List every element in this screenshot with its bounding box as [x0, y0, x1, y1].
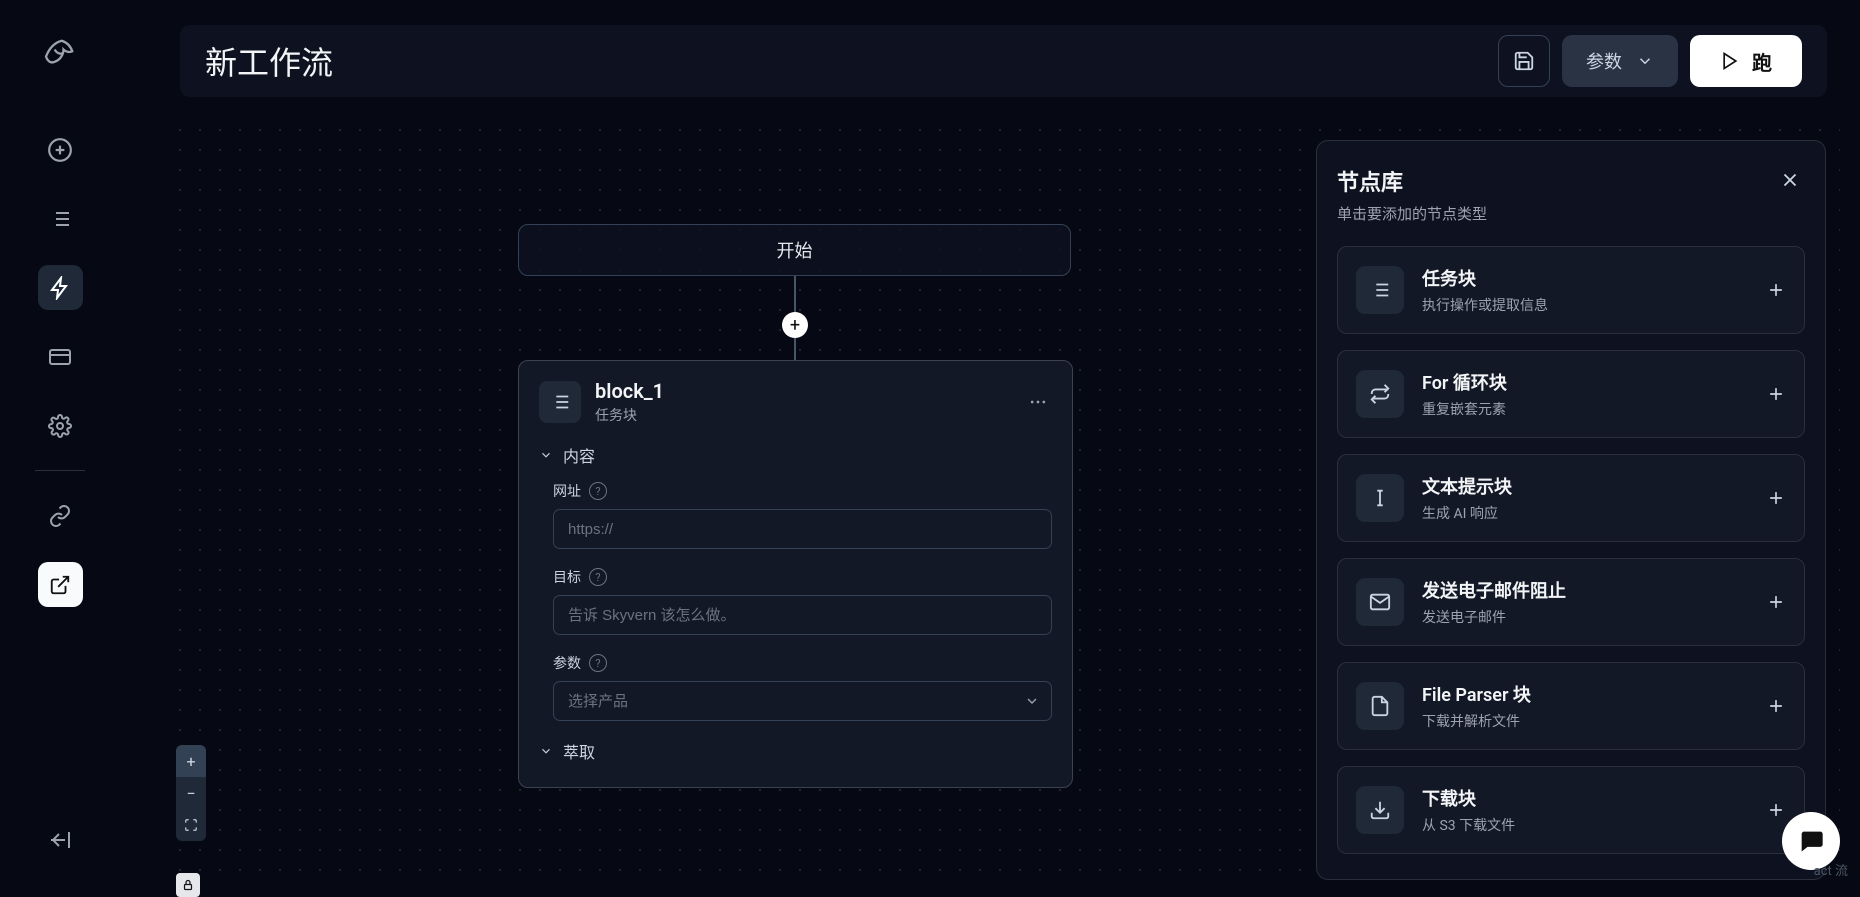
- lib-item-name: File Parser 块: [1422, 681, 1748, 707]
- play-icon: [1720, 51, 1740, 71]
- node-library-panel: 节点库 单击要添加的节点类型 任务块执行操作或提取信息 For 循环块重复嵌套元素…: [1316, 140, 1826, 880]
- file-icon: [1356, 682, 1404, 730]
- block-name: block_1: [595, 379, 1010, 403]
- plus-icon: [1766, 488, 1786, 508]
- goal-input[interactable]: [553, 595, 1052, 635]
- lib-item-loop[interactable]: For 循环块重复嵌套元素: [1337, 350, 1805, 438]
- plus-icon: [1766, 384, 1786, 404]
- help-icon[interactable]: ?: [589, 654, 607, 672]
- params-select[interactable]: [553, 681, 1052, 721]
- section-extract-toggle[interactable]: 萃取: [539, 739, 1052, 763]
- nav-list[interactable]: [38, 196, 83, 241]
- lib-item-desc: 生成 AI 响应: [1422, 503, 1748, 523]
- lib-item-file[interactable]: File Parser 块下载并解析文件: [1337, 662, 1805, 750]
- help-icon[interactable]: ?: [589, 568, 607, 586]
- plus-icon: [1766, 280, 1786, 300]
- goal-label: 目标: [553, 567, 581, 587]
- chevron-down-icon: [539, 744, 553, 758]
- lib-item-name: For 循环块: [1422, 369, 1748, 395]
- add-node-on-edge[interactable]: +: [782, 312, 808, 338]
- block-more-menu[interactable]: [1024, 388, 1052, 416]
- list-icon: [539, 381, 581, 423]
- nav-link[interactable]: [38, 493, 83, 538]
- lib-item-desc: 执行操作或提取信息: [1422, 295, 1748, 315]
- chevron-down-icon: [1636, 52, 1654, 70]
- nav-settings[interactable]: [38, 403, 83, 448]
- nav-add[interactable]: [38, 127, 83, 172]
- lib-item-name: 发送电子邮件阻止: [1422, 577, 1748, 603]
- lib-item-download[interactable]: 下载块从 S3 下载文件: [1337, 766, 1805, 854]
- app-logo: [38, 30, 83, 75]
- plus-icon: [1766, 800, 1786, 820]
- lib-item-desc: 下载并解析文件: [1422, 711, 1748, 731]
- url-input[interactable]: [553, 509, 1052, 549]
- nav-workflows[interactable]: [38, 265, 83, 310]
- nav-external[interactable]: [38, 562, 83, 607]
- url-label: 网址: [553, 481, 581, 501]
- lib-item-cursor[interactable]: 文本提示块生成 AI 响应: [1337, 454, 1805, 542]
- plus-icon: [1766, 592, 1786, 612]
- zoom-in-button[interactable]: +: [176, 745, 206, 777]
- save-button[interactable]: [1498, 35, 1550, 87]
- plus-icon: [1766, 696, 1786, 716]
- mail-icon: [1356, 578, 1404, 626]
- panel-close[interactable]: [1775, 165, 1805, 195]
- lib-item-desc: 从 S3 下载文件: [1422, 815, 1748, 835]
- sidebar-collapse[interactable]: [40, 820, 80, 860]
- params-dropdown[interactable]: 参数: [1562, 35, 1678, 87]
- block-type: 任务块: [595, 405, 1010, 425]
- section-content-toggle[interactable]: 内容: [539, 443, 1052, 467]
- cursor-icon: [1356, 474, 1404, 522]
- nav-billing[interactable]: [38, 334, 83, 379]
- params-label: 参数: [1586, 48, 1622, 74]
- attribution: act 流: [1814, 860, 1848, 879]
- list-icon: [1356, 266, 1404, 314]
- start-node[interactable]: 开始: [518, 224, 1071, 276]
- lib-item-list[interactable]: 任务块执行操作或提取信息: [1337, 246, 1805, 334]
- run-button[interactable]: 跑: [1690, 35, 1802, 87]
- nav-divider: [35, 470, 85, 471]
- workflow-title[interactable]: 新工作流: [205, 38, 1486, 84]
- page-header: 新工作流 参数 跑: [180, 25, 1827, 97]
- lib-item-mail[interactable]: 发送电子邮件阻止发送电子邮件: [1337, 558, 1805, 646]
- zoom-controls: + −: [176, 745, 206, 841]
- lib-item-name: 下载块: [1422, 785, 1748, 811]
- panel-title: 节点库: [1337, 165, 1487, 197]
- lib-item-name: 文本提示块: [1422, 473, 1748, 499]
- fit-view-button[interactable]: [176, 809, 206, 841]
- zoom-out-button[interactable]: −: [176, 777, 206, 809]
- lib-item-desc: 发送电子邮件: [1422, 607, 1748, 627]
- lib-item-desc: 重复嵌套元素: [1422, 399, 1748, 419]
- run-label: 跑: [1752, 47, 1772, 76]
- lib-item-name: 任务块: [1422, 265, 1748, 291]
- lock-canvas[interactable]: [176, 873, 200, 897]
- help-icon[interactable]: ?: [589, 482, 607, 500]
- chevron-down-icon: [539, 448, 553, 462]
- block-params-label: 参数: [553, 653, 581, 673]
- download-icon: [1356, 786, 1404, 834]
- task-block-node[interactable]: block_1 任务块 内容 网址 ? 目标 ? 参数 ?: [518, 360, 1073, 788]
- panel-subtitle: 单击要添加的节点类型: [1337, 203, 1487, 224]
- loop-icon: [1356, 370, 1404, 418]
